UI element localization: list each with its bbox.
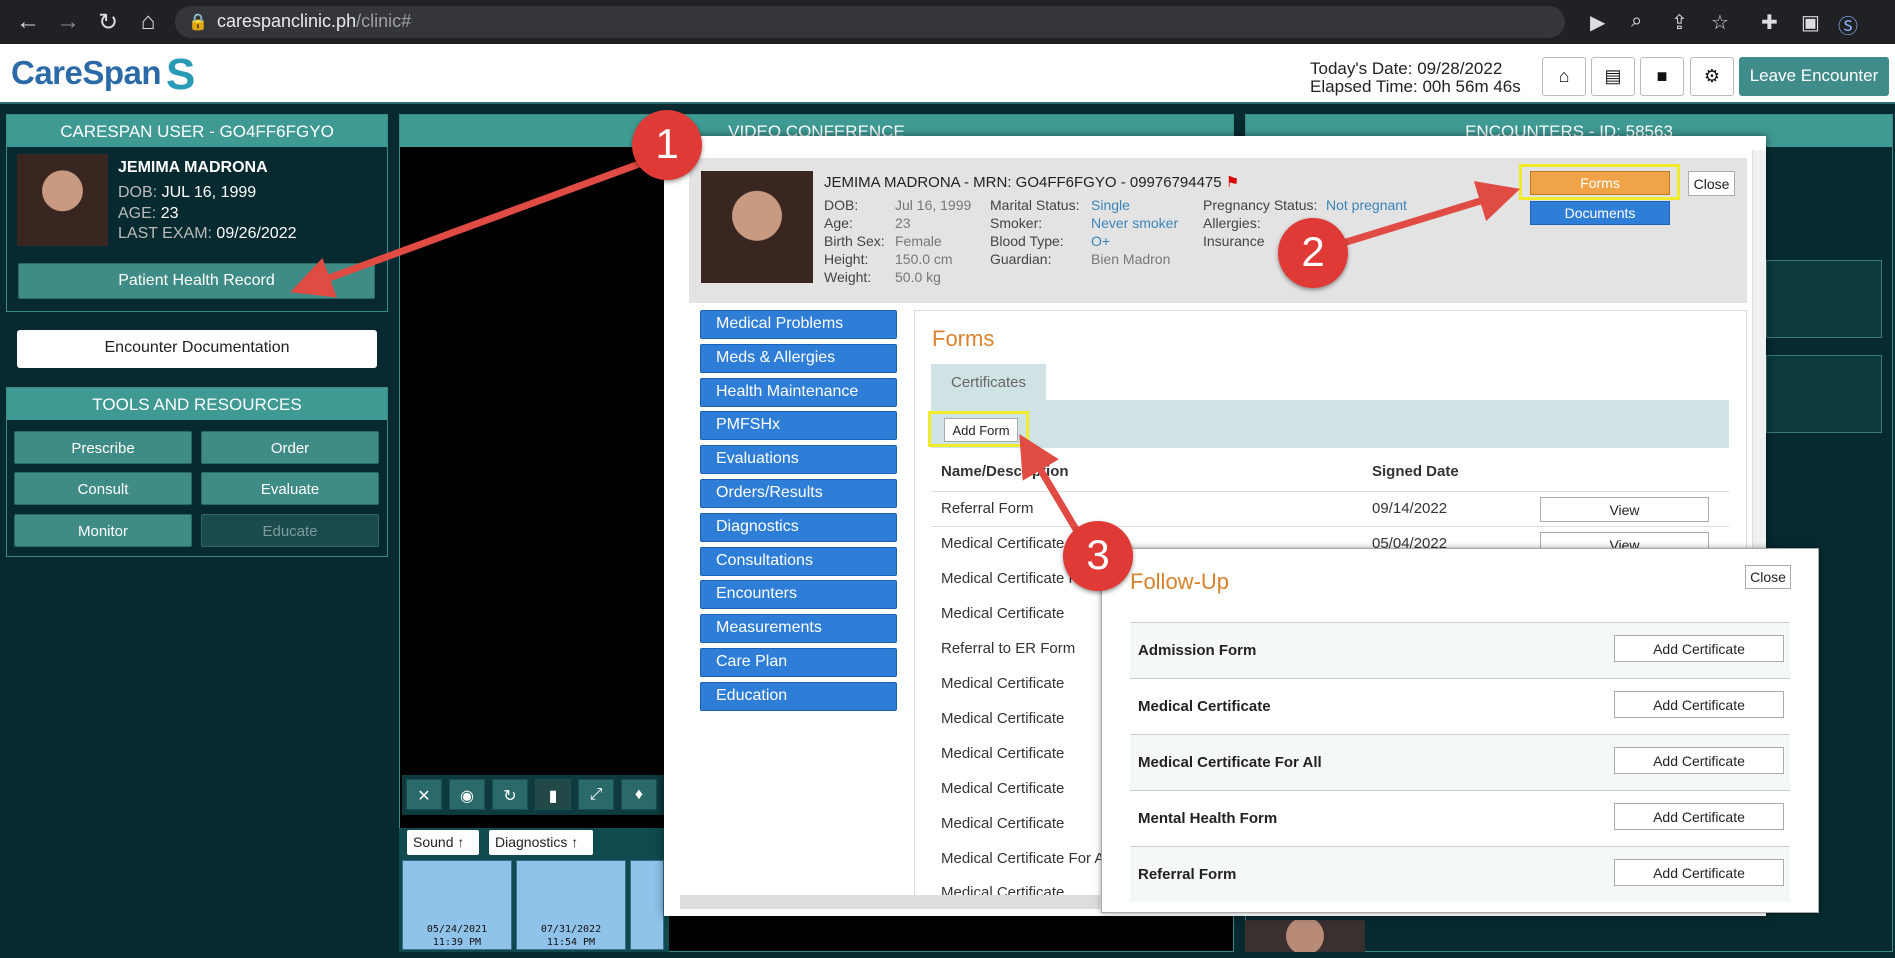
callout-3: 3 [1063, 521, 1133, 591]
annotation-arrows [290, 156, 1521, 555]
callout-2: 2 [1278, 218, 1348, 288]
arrow-2 [1328, 181, 1521, 251]
arrow-1 [290, 156, 652, 298]
callout-1: 1 [632, 110, 702, 180]
